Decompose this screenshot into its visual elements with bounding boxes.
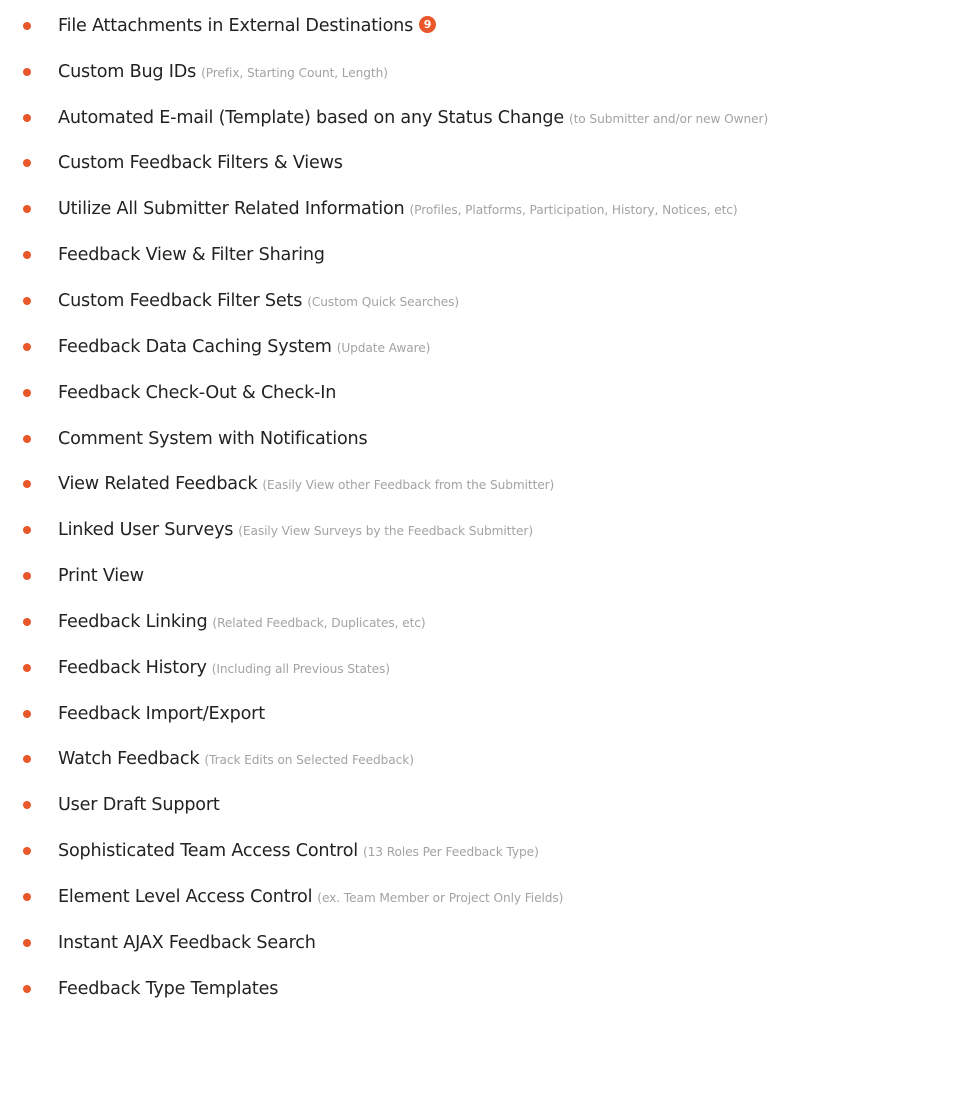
feature-title: User Draft Support <box>58 795 220 816</box>
feature-note: (Update Aware) <box>336 340 431 355</box>
feature-title: Custom Feedback Filter Sets <box>58 290 303 311</box>
feature-note: (to Submitter and/or new Owner) <box>568 111 769 126</box>
list-item: Feedback Data Caching System (Update Awa… <box>0 324 970 370</box>
list-item: Watch Feedback (Track Edits on Selected … <box>0 737 970 783</box>
bullet-icon <box>23 847 31 856</box>
bullet-icon <box>23 892 31 901</box>
list-item: Feedback Check-Out & Check-In <box>0 370 970 416</box>
bullet-icon <box>23 67 31 76</box>
feature-title: Print View <box>58 566 144 587</box>
feature-list: File Attachments in External Destination… <box>0 3 970 1012</box>
list-item: Feedback Import/Export <box>0 691 970 737</box>
feature-title: Feedback Data Caching System <box>58 336 332 357</box>
feature-note: (Track Edits on Selected Feedback) <box>204 753 414 768</box>
feature-title: Feedback Linking <box>58 611 208 632</box>
list-item: Feedback View & Filter Sharing <box>0 232 970 278</box>
list-item: Comment System with Notifications <box>0 416 970 462</box>
feature-title: Feedback History <box>58 657 207 678</box>
feature-title: Feedback Import/Export <box>58 703 265 724</box>
feature-title: Custom Bug IDs <box>58 61 197 82</box>
feature-title: Watch Feedback <box>58 749 200 770</box>
feature-note: (13 Roles Per Feedback Type) <box>362 845 539 860</box>
list-item: User Draft Support <box>0 782 970 828</box>
bullet-icon <box>23 296 31 305</box>
bullet-icon <box>23 709 31 718</box>
bullet-icon <box>23 388 31 397</box>
bullet-icon <box>23 205 31 214</box>
bullet-icon <box>23 526 31 535</box>
feature-title: Automated E-mail (Template) based on any… <box>58 107 564 128</box>
feature-title: File Attachments in External Destination… <box>58 15 414 36</box>
feature-note: (Easily View other Feedback from the Sub… <box>262 478 555 493</box>
list-item: Feedback Linking (Related Feedback, Dupl… <box>0 599 970 645</box>
list-item: Feedback History (Including all Previous… <box>0 645 970 691</box>
bullet-icon <box>23 984 31 993</box>
feature-note: (Custom Quick Searches) <box>307 294 460 309</box>
feature-note: (Easily View Surveys by the Feedback Sub… <box>238 524 533 539</box>
feature-note: (ex. Team Member or Project Only Fields) <box>317 890 564 905</box>
list-item: Custom Bug IDs (Prefix, Starting Count, … <box>0 49 970 95</box>
feature-note: (Including all Previous States) <box>211 661 390 676</box>
feature-title: Linked User Surveys <box>58 520 234 541</box>
feature-title: Feedback Check-Out & Check-In <box>58 382 337 403</box>
list-item: Print View <box>0 553 970 599</box>
list-item: Linked User Surveys (Easily View Surveys… <box>0 507 970 553</box>
bullet-icon <box>23 251 31 260</box>
list-item: Instant AJAX Feedback Search <box>0 920 970 966</box>
feature-note: (Related Feedback, Duplicates, etc) <box>212 615 426 630</box>
bullet-icon <box>23 755 31 764</box>
bullet-icon <box>23 663 31 672</box>
feature-title: Feedback Type Templates <box>58 978 279 999</box>
list-item: Custom Feedback Filter Sets (Custom Quic… <box>0 278 970 324</box>
feature-note: (Prefix, Starting Count, Length) <box>201 65 388 80</box>
feature-title: Element Level Access Control <box>58 886 313 907</box>
list-item: File Attachments in External Destination… <box>0 3 970 49</box>
list-item: Custom Feedback Filters & Views <box>0 141 970 187</box>
feature-note: (Profiles, Platforms, Participation, His… <box>409 203 738 218</box>
feature-title: Comment System with Notifications <box>58 428 368 449</box>
bullet-icon <box>23 617 31 626</box>
list-item: View Related Feedback (Easily View other… <box>0 461 970 507</box>
bullet-icon <box>23 801 31 810</box>
bullet-icon <box>23 342 31 351</box>
feature-title: Feedback View & Filter Sharing <box>58 245 325 266</box>
list-item: Automated E-mail (Template) based on any… <box>0 95 970 141</box>
count-badge: 9 <box>419 16 437 34</box>
bullet-icon <box>23 113 31 122</box>
list-item: Element Level Access Control (ex. Team M… <box>0 874 970 920</box>
bullet-icon <box>23 480 31 489</box>
feature-title: Custom Feedback Filters & Views <box>58 153 343 174</box>
feature-title: Utilize All Submitter Related Informatio… <box>58 199 405 220</box>
bullet-icon <box>23 21 31 30</box>
list-item: Sophisticated Team Access Control (13 Ro… <box>0 828 970 874</box>
feature-title: Sophisticated Team Access Control <box>58 841 358 862</box>
bullet-icon <box>23 434 31 443</box>
list-item: Feedback Type Templates <box>0 966 970 1012</box>
feature-title: View Related Feedback <box>58 474 258 495</box>
bullet-icon <box>23 572 31 581</box>
bullet-icon <box>23 938 31 947</box>
feature-title: Instant AJAX Feedback Search <box>58 932 316 953</box>
bullet-icon <box>23 159 31 168</box>
list-item: Utilize All Submitter Related Informatio… <box>0 186 970 232</box>
